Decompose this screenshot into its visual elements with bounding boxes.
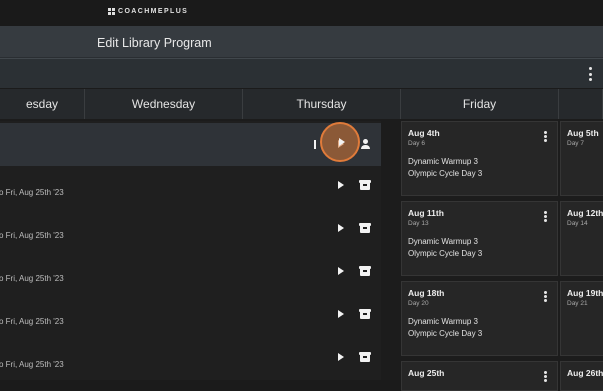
day-header-saturday bbox=[559, 89, 603, 119]
day-header-wednesday: Wednesday bbox=[85, 89, 243, 119]
more-options-icon[interactable] bbox=[588, 67, 592, 81]
play-icon[interactable] bbox=[338, 181, 344, 189]
calendar-cell-saturday-2[interactable]: Aug 12th Day 14 bbox=[560, 201, 603, 276]
person-icon[interactable] bbox=[360, 139, 371, 149]
logo-text: COACHMEPLUS bbox=[118, 8, 189, 15]
workout-item[interactable]: Olympic Cycle Day 3 bbox=[408, 249, 482, 258]
app-topbar: COACHMEPLUS bbox=[0, 0, 603, 26]
cell-day-number: Day 14 bbox=[567, 220, 588, 227]
cell-day-number: Day 20 bbox=[408, 300, 429, 307]
day-header-thursday: Thursday bbox=[243, 89, 401, 119]
play-icon[interactable] bbox=[339, 138, 345, 146]
app-logo[interactable]: COACHMEPLUS bbox=[108, 8, 188, 15]
list-item[interactable]: o Fri, Aug 25th '23 bbox=[0, 295, 381, 338]
logo-icon bbox=[108, 8, 115, 15]
cell-day-number: Day 13 bbox=[408, 220, 429, 227]
list-item[interactable]: o Fri, Aug 25th '23 bbox=[0, 166, 381, 209]
cell-date: Aug 11th bbox=[408, 208, 444, 218]
calendar-cell-friday-2[interactable]: Aug 11th Day 13 Dynamic Warmup 3 Olympic… bbox=[401, 201, 558, 276]
calendar-cell-saturday-3[interactable]: Aug 19th Day 21 bbox=[560, 281, 603, 356]
cell-menu-icon[interactable] bbox=[543, 211, 547, 222]
cell-date: Aug 4th bbox=[408, 128, 440, 138]
archive-icon[interactable] bbox=[359, 352, 371, 362]
workout-item[interactable]: Dynamic Warmup 3 bbox=[408, 317, 478, 326]
cell-date: Aug 12th bbox=[567, 208, 603, 218]
calendar-cell-saturday-1[interactable]: Aug 5th Day 7 bbox=[560, 121, 603, 196]
cell-menu-icon[interactable] bbox=[543, 131, 547, 142]
list-item[interactable]: o Fri, Aug 25th '23 bbox=[0, 209, 381, 252]
cell-menu-icon[interactable] bbox=[543, 291, 547, 302]
cell-date: Aug 25th bbox=[408, 368, 445, 378]
page-titlebar: Edit Library Program bbox=[0, 26, 603, 58]
cell-day-number: Day 6 bbox=[408, 140, 425, 147]
cell-date: Aug 26th bbox=[567, 368, 603, 378]
workout-item[interactable]: Olympic Cycle Day 3 bbox=[408, 329, 482, 338]
play-icon[interactable] bbox=[338, 224, 344, 232]
page-title: Edit Library Program bbox=[97, 36, 212, 50]
archive-icon[interactable] bbox=[359, 223, 371, 233]
calendar-cell-friday-1[interactable]: Aug 4th Day 6 Dynamic Warmup 3 Olympic C… bbox=[401, 121, 558, 196]
archive-icon[interactable] bbox=[359, 180, 371, 190]
archive-icon[interactable] bbox=[359, 266, 371, 276]
list-item[interactable]: o Fri, Aug 25th '23 bbox=[0, 338, 381, 381]
list-item-subtitle: o Fri, Aug 25th '23 bbox=[0, 231, 64, 240]
play-icon[interactable] bbox=[338, 310, 344, 318]
list-item-subtitle: o Fri, Aug 25th '23 bbox=[0, 317, 64, 326]
cell-date: Aug 19th bbox=[567, 288, 603, 298]
program-toolbar bbox=[0, 58, 603, 88]
list-item-subtitle: o Fri, Aug 25th '23 bbox=[0, 188, 64, 197]
archive-icon[interactable] bbox=[359, 309, 371, 319]
workout-item[interactable]: Dynamic Warmup 3 bbox=[408, 157, 478, 166]
cell-day-number: Day 21 bbox=[567, 300, 588, 307]
workout-item[interactable]: Olympic Cycle Day 3 bbox=[408, 169, 482, 178]
program-list-panel: o Fri, Aug 25th '23 o Fri, Aug 25th '23 … bbox=[0, 121, 381, 380]
pause-icon[interactable] bbox=[314, 140, 316, 149]
workout-item[interactable]: Dynamic Warmup 3 bbox=[408, 237, 478, 246]
day-header-tuesday: esday bbox=[0, 89, 85, 119]
calendar-cell-friday-3[interactable]: Aug 18th Day 20 Dynamic Warmup 3 Olympic… bbox=[401, 281, 558, 356]
play-icon[interactable] bbox=[338, 353, 344, 361]
calendar-cell-saturday-4[interactable]: Aug 26th bbox=[560, 361, 603, 391]
cell-menu-icon[interactable] bbox=[543, 371, 547, 382]
day-header-friday: Friday bbox=[401, 89, 559, 119]
list-item-subtitle: o Fri, Aug 25th '23 bbox=[0, 360, 64, 369]
play-icon[interactable] bbox=[338, 267, 344, 275]
calendar-cell-friday-4[interactable]: Aug 25th bbox=[401, 361, 558, 391]
list-item[interactable]: o Fri, Aug 25th '23 bbox=[0, 252, 381, 295]
list-item-subtitle: o Fri, Aug 25th '23 bbox=[0, 274, 64, 283]
cell-date: Aug 18th bbox=[408, 288, 445, 298]
cell-day-number: Day 7 bbox=[567, 140, 584, 147]
cell-date: Aug 5th bbox=[567, 128, 599, 138]
cursor-highlight bbox=[320, 122, 360, 162]
